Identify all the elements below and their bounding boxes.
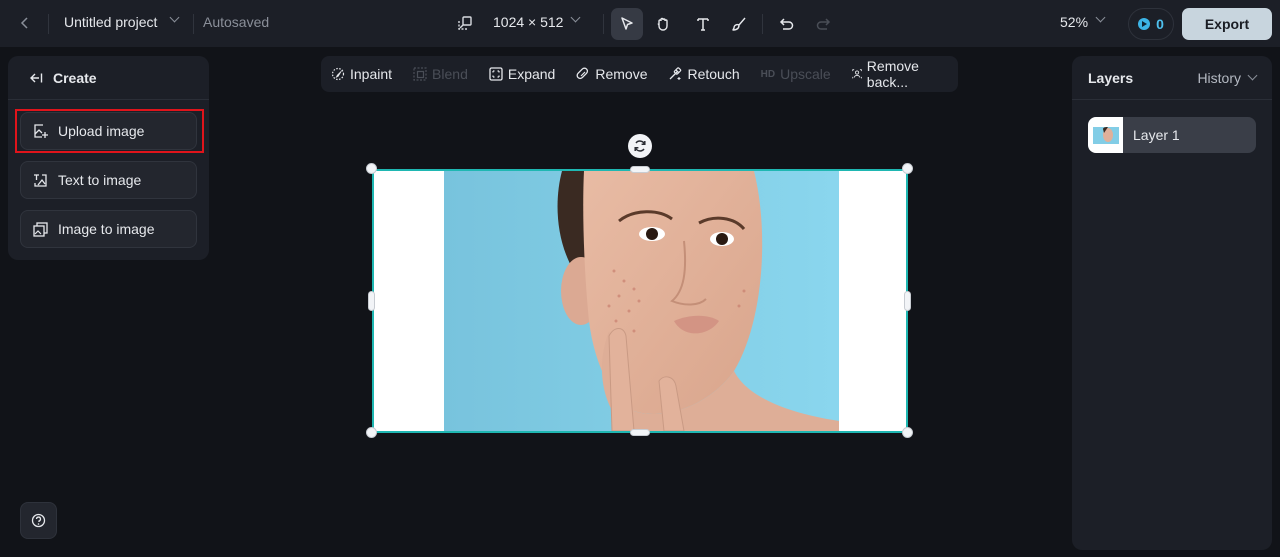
chevron-down-icon (1247, 70, 1258, 81)
brush-tool-button[interactable] (723, 8, 755, 40)
canvas-size-select[interactable]: 1024 × 512 (493, 14, 563, 30)
layers-tab[interactable]: Layers (1088, 70, 1133, 86)
hd-icon: HD (760, 68, 776, 80)
redo-button[interactable] (807, 8, 839, 40)
remove-background-icon (852, 69, 862, 79)
save-status: Autosaved (203, 14, 270, 30)
resize-handle-bottom-right[interactable] (902, 427, 913, 438)
resize-handle-top[interactable] (630, 166, 650, 173)
hand-tool-button[interactable] (647, 8, 679, 40)
expand-icon (489, 67, 503, 81)
text-to-image-button[interactable]: Text to image (20, 161, 197, 199)
project-menu-button[interactable] (169, 12, 180, 23)
retouch-icon (670, 67, 682, 80)
remove-button[interactable]: Remove (576, 66, 647, 82)
zoom-level-select[interactable]: 52% (1060, 14, 1088, 30)
expand-label: Expand (507, 66, 556, 82)
undo-icon (779, 18, 794, 30)
help-icon (31, 513, 46, 528)
image-to-image-label: Image to image (58, 221, 155, 237)
resize-handle-bottom[interactable] (630, 429, 650, 436)
text-tool-button[interactable] (687, 8, 719, 40)
divider (603, 14, 604, 34)
text-to-image-label: Text to image (58, 172, 142, 188)
hand-icon (657, 17, 668, 31)
divider (193, 14, 194, 34)
cursor-icon (621, 17, 633, 30)
credit-count: 0 (1156, 16, 1164, 32)
resize-handle-right[interactable] (904, 291, 911, 311)
layer-thumbnail (1088, 117, 1123, 153)
layer-name: Layer 1 (1133, 127, 1180, 143)
divider (762, 14, 763, 34)
retouch-button[interactable]: Retouch (668, 66, 740, 82)
canvas-size-dropdown[interactable] (570, 12, 581, 23)
chevron-down-icon (1095, 12, 1106, 23)
layer-item[interactable]: Layer 1 (1088, 117, 1256, 153)
chevron-down-icon (169, 12, 180, 23)
blend-button[interactable]: Blend (413, 66, 468, 82)
text-icon (697, 18, 709, 31)
redo-icon (816, 18, 831, 30)
credits-badge[interactable]: 0 (1128, 8, 1174, 40)
layers-panel-header: Layers History (1072, 56, 1272, 100)
help-button[interactable] (20, 502, 57, 539)
chevron-down-icon (570, 12, 581, 23)
image-to-image-button[interactable]: Image to image (20, 210, 197, 248)
zoom-dropdown[interactable] (1095, 12, 1106, 23)
remove-background-label: Remove back... (866, 58, 919, 90)
create-panel-header[interactable]: Create (8, 56, 209, 100)
upscale-button[interactable]: HD Upscale (761, 66, 831, 82)
blend-icon (413, 67, 427, 81)
highlight-box (15, 109, 204, 153)
retouch-label: Retouch (687, 66, 740, 82)
collapse-panel-icon (30, 73, 43, 82)
layers-panel: Layers History Layer 1 (1072, 56, 1272, 550)
inpaint-icon (331, 67, 345, 81)
eraser-icon (576, 67, 589, 80)
ai-tools-bar: Inpaint Blend Expand Remove Retouch HD U… (321, 56, 958, 92)
history-tab[interactable]: History (1197, 69, 1258, 86)
divider (48, 14, 49, 34)
top-bar: Untitled project Autosaved 1024 × 512 52… (0, 0, 1280, 47)
select-tool-button[interactable] (611, 8, 643, 40)
canvas-image[interactable] (444, 171, 839, 431)
inpaint-label: Inpaint (350, 66, 393, 82)
remove-label: Remove (595, 66, 648, 82)
inpaint-button[interactable]: Inpaint (331, 66, 392, 82)
back-button[interactable] (14, 12, 36, 34)
rotate-handle[interactable] (628, 134, 652, 158)
rotate-icon (634, 140, 646, 152)
brush-icon (732, 17, 746, 31)
create-panel: Create Upload image Text to image Image … (8, 56, 209, 260)
canvas-frame[interactable] (372, 169, 908, 433)
resize-button[interactable] (457, 15, 473, 31)
history-label: History (1197, 69, 1241, 86)
blend-label: Blend (432, 66, 468, 82)
resize-handle-left[interactable] (368, 291, 375, 311)
resize-handle-bottom-left[interactable] (366, 427, 377, 438)
create-panel-title: Create (53, 69, 97, 86)
image-to-image-icon (33, 221, 48, 237)
remove-background-button[interactable]: Remove back... (852, 58, 937, 90)
expand-button[interactable]: Expand (489, 66, 555, 82)
export-button[interactable]: Export (1182, 8, 1272, 40)
upscale-label: Upscale (780, 66, 831, 82)
credit-icon (1138, 18, 1151, 30)
chevron-left-icon (20, 17, 28, 29)
undo-button[interactable] (771, 8, 803, 40)
portrait-photo (557, 171, 839, 431)
resize-handle-top-left[interactable] (366, 163, 377, 174)
project-title[interactable]: Untitled project (64, 14, 157, 30)
resize-icon (458, 16, 472, 30)
text-to-image-icon (34, 173, 47, 187)
resize-handle-top-right[interactable] (902, 163, 913, 174)
